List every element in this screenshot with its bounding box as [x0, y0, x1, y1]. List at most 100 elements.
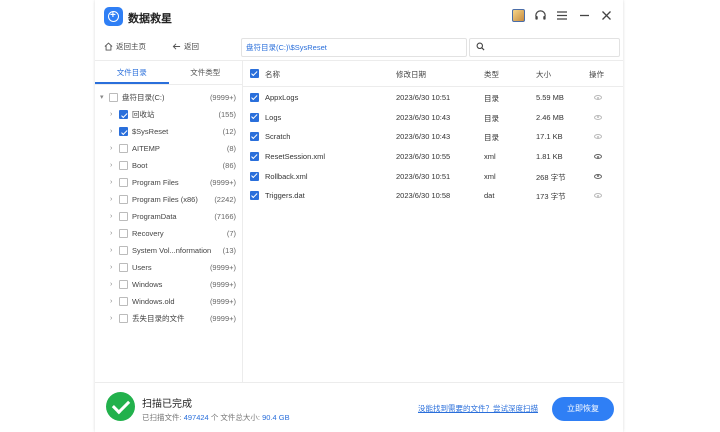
tree-item-count: (8) [226, 144, 236, 153]
user-avatar-icon[interactable] [511, 8, 525, 22]
tree-item-checkbox[interactable] [119, 246, 128, 255]
menu-icon[interactable] [555, 8, 569, 22]
table-row[interactable]: Rollback.xml 2023/6/30 10:51 xml 268 字节 [243, 167, 623, 187]
tree-item[interactable]: › Users (9999+) [95, 259, 243, 276]
tree-item-label: 丢失目录的文件 [132, 314, 185, 323]
table-row[interactable]: ResetSession.xml 2023/6/30 10:55 xml 1.81 K… [243, 147, 623, 167]
tree-item[interactable]: › Program Files (9999+) [95, 174, 243, 191]
row-checkbox[interactable] [250, 132, 259, 142]
chevron-right-icon[interactable]: › [110, 123, 112, 140]
preview-eye-icon[interactable] [594, 134, 602, 140]
chevron-right-icon[interactable]: › [110, 276, 112, 293]
tree-item[interactable]: › $SysReset (12) [95, 123, 243, 140]
tree-item[interactable]: › System Vol...nformation (13) [95, 242, 243, 259]
file-table: 名称 修改日期 类型 大小 操作 AppxLogs 2023/6/30 10:51… [243, 60, 623, 382]
tree-item-label: Windows.old [132, 297, 175, 306]
chevron-right-icon[interactable]: › [110, 259, 112, 276]
app-title: 数据救星 [128, 13, 172, 25]
recover-button[interactable]: 立即恢复 [552, 397, 614, 421]
chevron-right-icon[interactable]: › [110, 140, 112, 157]
arrow-left-icon [172, 43, 181, 50]
directory-tree: ▾ 盘符目录(C:) (9999+) › 回收站 (155) › $SysReset (12) ›… [95, 89, 243, 327]
row-checkbox[interactable] [250, 152, 259, 162]
tree-item-count: (9999+) [209, 297, 236, 306]
tree-item[interactable]: › Windows (9999+) [95, 276, 243, 293]
tree-item-checkbox[interactable] [119, 161, 128, 170]
select-all-checkbox[interactable] [250, 69, 259, 78]
tree-item-label: Windows [132, 280, 163, 289]
file-name: Scratch [265, 132, 291, 142]
tree-item[interactable]: › 回收站 (155) [95, 106, 243, 123]
file-size: 2.46 MB [536, 112, 564, 122]
headset-support-icon[interactable] [533, 8, 547, 22]
chevron-down-icon[interactable]: ▾ [100, 89, 104, 106]
tree-item-checkbox[interactable] [119, 127, 128, 136]
tree-item[interactable]: › 丢失目录的文件 (9999+) [95, 310, 243, 327]
table-row[interactable]: Scratch 2023/6/30 10:43 目录 17.1 KB [243, 127, 623, 147]
back-button[interactable]: 返回 [172, 41, 199, 52]
chevron-right-icon[interactable]: › [110, 310, 112, 327]
row-checkbox[interactable] [250, 191, 259, 201]
preview-eye-icon[interactable] [594, 193, 602, 199]
tree-item[interactable]: › AITEMP (8) [95, 140, 243, 157]
chevron-right-icon[interactable]: › [110, 174, 112, 191]
tree-item-count: (7166) [214, 212, 236, 221]
chevron-right-icon[interactable]: › [110, 225, 112, 242]
window-controls [511, 8, 613, 22]
file-name: ResetSession.xml [265, 152, 326, 162]
tree-item-checkbox[interactable] [119, 212, 128, 221]
header-type[interactable]: 类型 [484, 69, 499, 80]
path-bar[interactable]: 盘符目录(C:)\$SysReset [241, 38, 467, 57]
row-checkbox[interactable] [250, 171, 259, 181]
tree-item-checkbox[interactable] [109, 93, 118, 102]
tree-item-checkbox[interactable] [119, 314, 128, 323]
file-date: 2023/6/30 10:58 [396, 191, 451, 201]
tree-item-count: (9999+) [209, 93, 236, 102]
home-button[interactable]: 返回主页 [104, 41, 146, 52]
chevron-right-icon[interactable]: › [110, 293, 112, 310]
tree-item-checkbox[interactable] [119, 280, 128, 289]
chevron-right-icon[interactable]: › [110, 157, 112, 174]
table-row[interactable]: Triggers.dat 2023/6/30 10:58 dat 173 字节 [243, 186, 623, 206]
minimize-icon[interactable] [577, 8, 591, 22]
tree-item-checkbox[interactable] [119, 178, 128, 187]
header-date[interactable]: 修改日期 [396, 69, 426, 80]
tree-item[interactable]: ▾ 盘符目录(C:) (9999+) [95, 89, 243, 106]
row-checkbox[interactable] [250, 112, 259, 122]
chevron-right-icon[interactable]: › [110, 191, 112, 208]
tree-item-label: Program Files [132, 178, 179, 187]
tree-item[interactable]: › ProgramData (7166) [95, 208, 243, 225]
tree-item-checkbox[interactable] [119, 110, 128, 119]
preview-eye-icon[interactable] [594, 154, 602, 160]
preview-eye-icon[interactable] [594, 114, 602, 120]
tree-item-checkbox[interactable] [119, 297, 128, 306]
search-input[interactable] [469, 38, 620, 57]
tree-item-count: (9999+) [209, 280, 236, 289]
preview-eye-icon[interactable] [594, 173, 602, 179]
header-size[interactable]: 大小 [536, 69, 551, 80]
tree-item-count: (9999+) [209, 263, 236, 272]
close-icon[interactable] [599, 8, 613, 22]
tree-item[interactable]: › Recovery (7) [95, 225, 243, 242]
deep-scan-link[interactable]: 没能找到需要的文件？尝试深度扫描 [418, 403, 538, 414]
tab-file-directory[interactable]: 文件目录 [95, 61, 169, 84]
tree-item-count: (12) [222, 127, 236, 136]
tree-item-label: System Vol...nformation [132, 246, 212, 255]
preview-eye-icon[interactable] [594, 95, 602, 100]
tab-file-type[interactable]: 文件类型 [169, 61, 243, 84]
tree-item-checkbox[interactable] [119, 263, 128, 272]
chevron-right-icon[interactable]: › [110, 208, 112, 225]
chevron-right-icon[interactable]: › [110, 106, 112, 123]
tree-item[interactable]: › Program Files (x86) (2242) [95, 191, 243, 208]
tree-item-checkbox[interactable] [119, 195, 128, 204]
tree-item[interactable]: › Windows.old (9999+) [95, 293, 243, 310]
table-row[interactable]: AppxLogs 2023/6/30 10:51 目录 5.59 MB [243, 88, 623, 108]
file-date: 2023/6/30 10:55 [396, 152, 451, 162]
tree-item-checkbox[interactable] [119, 229, 128, 238]
chevron-right-icon[interactable]: › [110, 242, 112, 259]
tree-item-checkbox[interactable] [119, 144, 128, 153]
header-name[interactable]: 名称 [265, 69, 280, 80]
table-row[interactable]: Logs 2023/6/30 10:43 目录 2.46 MB [243, 108, 623, 128]
tree-item[interactable]: › Boot (86) [95, 157, 243, 174]
row-checkbox[interactable] [250, 93, 259, 102]
